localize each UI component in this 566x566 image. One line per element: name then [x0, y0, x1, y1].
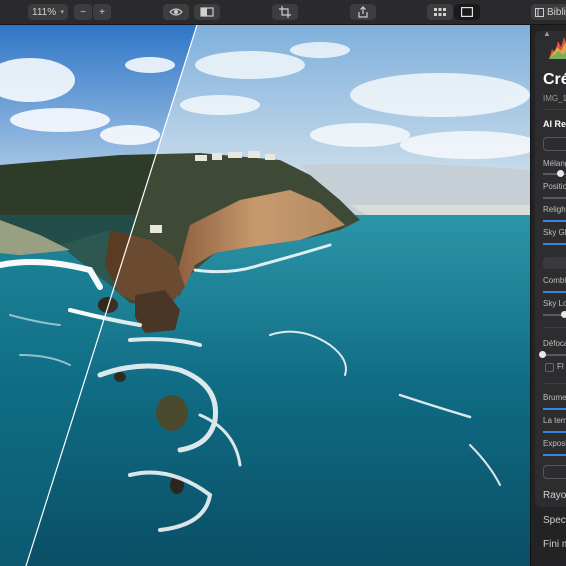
histogram-icon [549, 37, 566, 59]
brume-label: Brume [543, 393, 566, 402]
chevron-up-icon[interactable]: ▲ [543, 29, 551, 38]
zoom-dropdown[interactable]: 111% ▾ [28, 4, 68, 20]
defoca-slider[interactable] [543, 354, 566, 356]
zoom-value: 111% [32, 6, 57, 18]
photo-canvas[interactable] [0, 25, 530, 566]
share-icon [358, 6, 368, 18]
adjustments-panel: ▲ Cré IMG_1 AI Re Mélang Positio Relight… [530, 25, 566, 566]
preset-dropdown[interactable] [543, 257, 566, 269]
position-slider[interactable] [543, 197, 566, 199]
split-view-icon [200, 7, 214, 17]
toggle-button[interactable] [543, 137, 566, 151]
eye-icon [169, 8, 183, 16]
fl-checkbox[interactable] [545, 363, 554, 372]
panel-title: Cré [543, 71, 566, 88]
melange-slider-knob[interactable] [557, 170, 564, 177]
chevron-down-icon: ▾ [60, 9, 64, 16]
coastal-photo [0, 25, 530, 566]
library-button[interactable]: Bibli [531, 4, 566, 20]
single-image-icon [461, 7, 473, 17]
sky-glow-label: Sky Gl [543, 228, 566, 237]
section-spect[interactable]: Spect [543, 515, 566, 526]
top-toolbar: 111% ▾ − + Bibli [0, 0, 566, 25]
position-label: Positio [543, 182, 566, 191]
exposi-slider[interactable] [543, 454, 566, 456]
la-tem-label: La tem [543, 416, 566, 425]
crop-icon [279, 6, 291, 18]
comble-label: Comble [543, 276, 566, 285]
fl-label: Fl [557, 362, 564, 371]
section-title: AI Re [543, 119, 566, 129]
share-button[interactable] [350, 4, 376, 20]
crop-button[interactable] [272, 4, 298, 20]
library-label: Bibli [547, 6, 566, 18]
comble-slider[interactable] [543, 291, 566, 293]
reset-button[interactable] [543, 465, 566, 479]
exposi-label: Exposi [543, 439, 566, 448]
grid-icon [434, 8, 446, 16]
brume-slider[interactable] [543, 408, 566, 410]
single-view-button[interactable] [454, 4, 480, 20]
preview-button[interactable] [163, 4, 189, 20]
relight-label: Relight [543, 205, 566, 214]
image-filename: IMG_1 [543, 94, 566, 103]
zoom-out-button[interactable]: − [74, 4, 92, 20]
defoca-slider-knob[interactable] [539, 351, 546, 358]
relight-slider[interactable] [543, 220, 566, 222]
sky-lo-slider-knob[interactable] [561, 311, 566, 318]
minus-icon: − [80, 6, 86, 18]
grid-view-button[interactable] [427, 4, 453, 20]
compare-button[interactable] [194, 4, 220, 20]
section-rayon[interactable]: Rayon [543, 490, 566, 501]
plus-icon: + [99, 6, 105, 18]
la-tem-slider[interactable] [543, 431, 566, 433]
sky-glow-slider[interactable] [543, 243, 566, 245]
panel-card: ▲ Cré IMG_1 AI Re Mélang Positio Relight… [535, 29, 566, 507]
defoca-label: Défoca [543, 339, 566, 348]
melange-label: Mélang [543, 159, 566, 168]
divider [543, 383, 566, 384]
divider [543, 109, 566, 110]
sky-lo-label: Sky Lo [543, 299, 566, 308]
library-icon [535, 7, 544, 17]
zoom-in-button[interactable]: + [93, 4, 111, 20]
divider [543, 327, 566, 328]
section-fini[interactable]: Fini m [543, 539, 566, 550]
